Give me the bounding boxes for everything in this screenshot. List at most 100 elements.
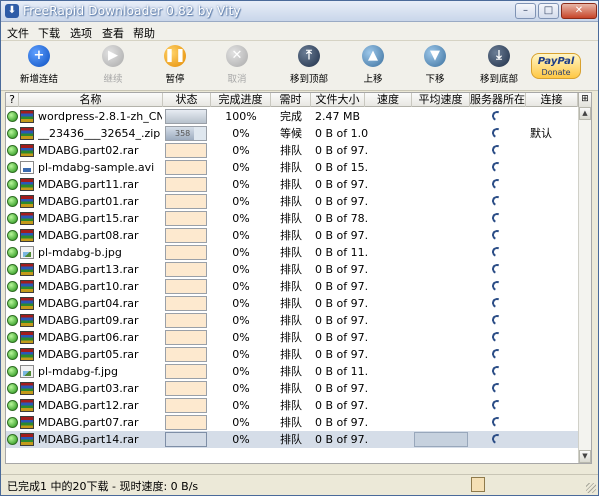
globe-icon: [7, 213, 18, 224]
column-header[interactable]: 速度: [365, 93, 412, 107]
size-cell: 0 B of 97...: [315, 331, 369, 344]
connection-cell: [530, 278, 578, 295]
table-row[interactable]: pl-mdabg-f.jpg 0% 排队 0 B of 11...: [6, 363, 591, 380]
move-down-button[interactable]: ▼ 下移: [407, 45, 463, 89]
status-progress-bar: [165, 262, 207, 277]
toolbar-button-label: 下移: [425, 74, 445, 85]
server-cell: [470, 159, 526, 176]
table-row[interactable]: MDABG.part05.rar 0% 排队 0 B of 97...: [6, 346, 591, 363]
time-cell: 排队: [280, 297, 302, 310]
server-cell: [470, 346, 526, 363]
plus-glyph: +: [33, 48, 45, 63]
paypal-donate-button[interactable]: PayPal Donate: [531, 53, 581, 79]
pause-button[interactable]: ❚❚ 暂停: [147, 45, 203, 89]
status-cell: [163, 295, 211, 312]
server-location-icon: [490, 296, 504, 310]
cancel-button[interactable]: ✕ 取消: [209, 45, 265, 89]
server-location-icon: [490, 262, 504, 276]
column-header[interactable]: 名称: [19, 93, 163, 107]
progress-cell: 0%: [232, 212, 250, 225]
paypal-logo: PayPal: [537, 56, 575, 67]
toolbar-button-label: 暂停: [165, 74, 185, 85]
globe-icon: [7, 349, 18, 360]
vertical-scrollbar[interactable]: ▲ ▼: [578, 107, 591, 463]
column-header[interactable]: 服务器所在: [470, 93, 526, 107]
toolbar: + 新增连结 ▶ 继续 ❚❚ 暂停 ✕ 取消 ⤒ 移到顶部 ▲ 上移 ▼ 下移 ⤓ 移到底部: [1, 41, 598, 91]
table-row[interactable]: MDABG.part02.rar 0% 排队 0 B of 97...: [6, 142, 591, 159]
menu-options[interactable]: 选项: [70, 25, 92, 41]
table-row[interactable]: MDABG.part04.rar 0% 排队 0 B of 97...: [6, 295, 591, 312]
status-cell: [163, 159, 211, 176]
table-row[interactable]: MDABG.part12.rar 0% 排队 0 B of 97...: [6, 397, 591, 414]
column-header[interactable]: 完成进度: [211, 93, 271, 107]
maximize-button[interactable]: □: [538, 3, 559, 19]
table-row[interactable]: pl-mdabg-sample.avi 0% 排队 0 B of 15...: [6, 159, 591, 176]
time-cell: 排队: [280, 331, 302, 344]
close-button[interactable]: ✕: [561, 3, 597, 19]
table-row[interactable]: MDABG.part11.rar 0% 排队 0 B of 97...: [6, 176, 591, 193]
scroll-up-icon[interactable]: ▲: [579, 107, 591, 120]
table-row[interactable]: wordpress-2.8.1-zh_CN_... 100% 完成 2.47 MB: [6, 108, 591, 125]
table-row[interactable]: pl-mdabg-b.jpg 0% 排队 0 B of 11...: [6, 244, 591, 261]
file-name: MDABG.part06.rar: [38, 331, 139, 344]
menu-help[interactable]: 帮助: [133, 25, 155, 41]
rar-file-icon: [20, 229, 34, 242]
connection-cell: [530, 397, 578, 414]
globe-icon: [7, 383, 18, 394]
move-up-button[interactable]: ▲ 上移: [345, 45, 401, 89]
status-progress-text: 358: [175, 129, 191, 138]
rar-file-icon: [20, 110, 34, 123]
table-row[interactable]: MDABG.part14.rar 0% 排队 0 B of 97...: [6, 431, 591, 448]
column-header[interactable]: 状态: [163, 93, 211, 107]
column-header[interactable]: ?: [6, 93, 19, 107]
status-progress-bar: [165, 313, 207, 328]
column-header[interactable]: 文件大小: [311, 93, 365, 107]
server-location-icon: [490, 364, 504, 378]
plus-button[interactable]: + 新增连结: [11, 45, 67, 89]
table-row[interactable]: MDABG.part15.rar 0% 排队 0 B of 78...: [6, 210, 591, 227]
table-row[interactable]: MDABG.part10.rar 0% 排队 0 B of 97...: [6, 278, 591, 295]
column-chooser-button[interactable]: ⊞: [578, 93, 591, 107]
move-bottom-button[interactable]: ⤓ 移到底部: [471, 45, 527, 89]
globe-icon: [7, 400, 18, 411]
file-name: wordpress-2.8.1-zh_CN_...: [38, 110, 162, 123]
menu-download[interactable]: 下载: [38, 25, 60, 41]
rar-file-icon: [20, 433, 34, 446]
column-header[interactable]: 连接: [526, 93, 578, 107]
table-row[interactable]: MDABG.part01.rar 0% 排队 0 B of 97...: [6, 193, 591, 210]
file-name: __23436___32654_.zip: [38, 127, 161, 140]
move-down-icon: ▼: [424, 45, 446, 67]
column-header[interactable]: 需时: [271, 93, 311, 107]
progress-cell: 0%: [232, 314, 250, 327]
table-row[interactable]: MDABG.part13.rar 0% 排队 0 B of 97...: [6, 261, 591, 278]
move-top-icon: ⤒: [298, 45, 320, 67]
table-row[interactable]: MDABG.part07.rar 0% 排队 0 B of 97...: [6, 414, 591, 431]
globe-icon: [7, 196, 18, 207]
server-location-icon: [490, 194, 504, 208]
menu-file[interactable]: 文件: [7, 25, 29, 41]
move-top-button[interactable]: ⤒ 移到顶部: [281, 45, 337, 89]
scroll-down-icon[interactable]: ▼: [579, 450, 591, 463]
table-row[interactable]: MDABG.part06.rar 0% 排队 0 B of 97...: [6, 329, 591, 346]
clipboard-icon[interactable]: [471, 477, 485, 492]
status-progress-bar: [165, 296, 207, 311]
resize-grip[interactable]: [586, 483, 596, 493]
server-location-icon: [490, 143, 504, 157]
size-cell: 0 B of 15...: [315, 161, 369, 174]
time-cell: 排队: [280, 229, 302, 242]
minimize-button[interactable]: –: [515, 3, 536, 19]
rar-file-icon: [20, 416, 34, 429]
table-row[interactable]: MDABG.part08.rar 0% 排队 0 B of 97...: [6, 227, 591, 244]
play-button[interactable]: ▶ 继续: [85, 45, 141, 89]
progress-cell: 0%: [232, 195, 250, 208]
status-cell: [163, 227, 211, 244]
size-cell: 0 B of 97...: [315, 229, 369, 242]
globe-icon: [7, 230, 18, 241]
column-header[interactable]: 平均速度: [412, 93, 470, 107]
server-location-icon: [490, 381, 504, 395]
table-row[interactable]: MDABG.part03.rar 0% 排队 0 B of 97...: [6, 380, 591, 397]
table-row[interactable]: MDABG.part09.rar 0% 排队 0 B of 97...: [6, 312, 591, 329]
move-down-glyph: ▼: [430, 48, 440, 63]
table-row[interactable]: __23436___32654_.zip 358 0% 等候 0 B of 1.0...…: [6, 125, 591, 142]
menu-view[interactable]: 查看: [102, 25, 124, 41]
